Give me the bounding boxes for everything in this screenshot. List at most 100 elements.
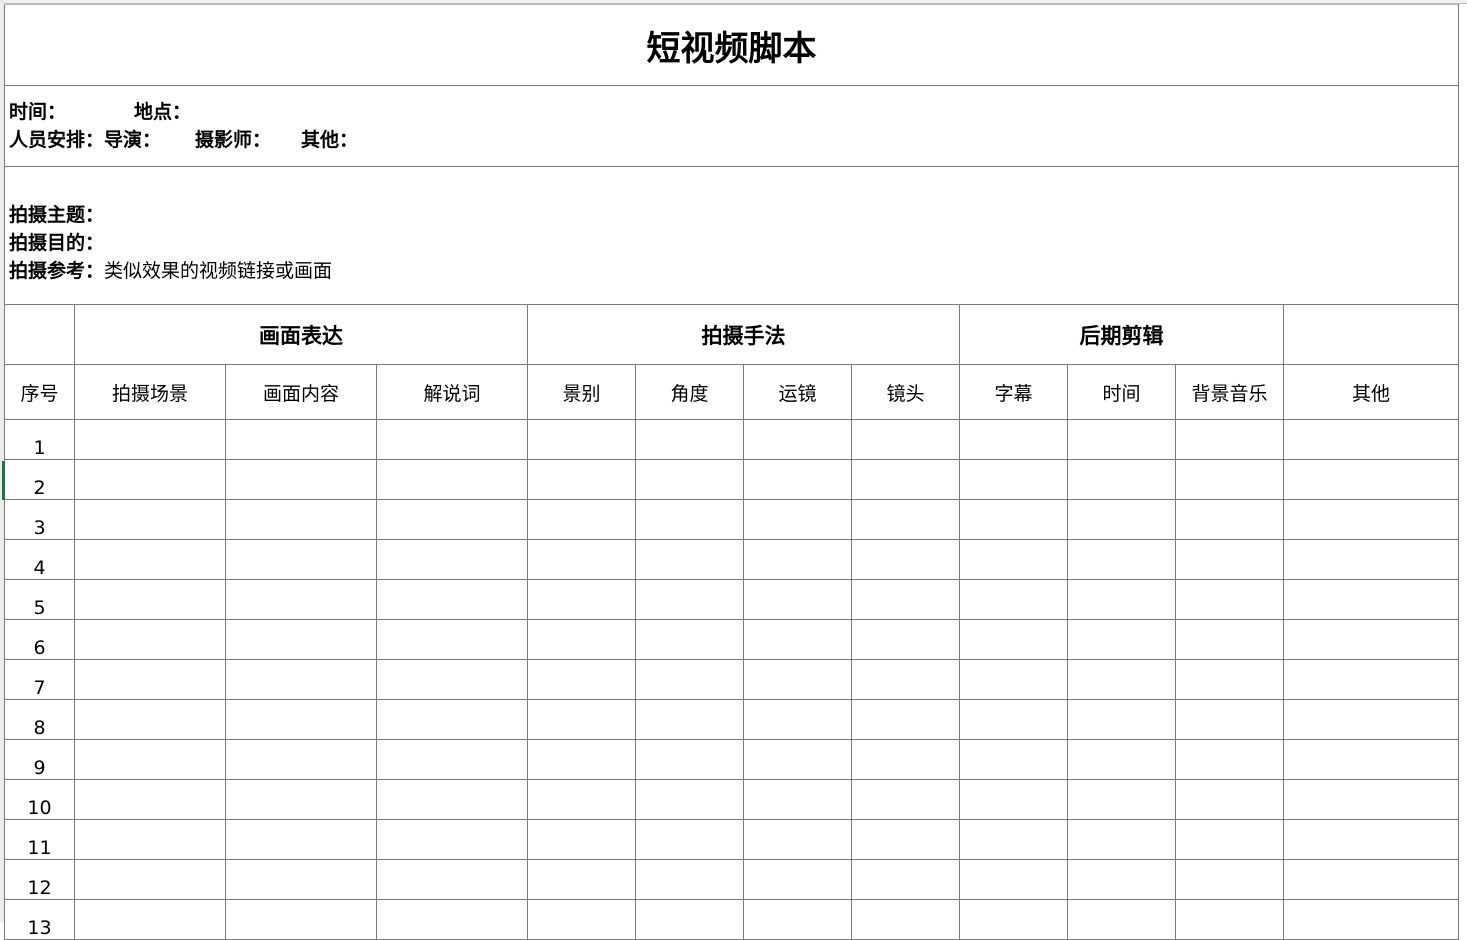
table-cell[interactable] (74, 579, 226, 620)
table-cell[interactable] (959, 579, 1068, 620)
table-cell[interactable] (1067, 499, 1176, 540)
group-editing[interactable]: 后期剪辑 (959, 304, 1284, 365)
table-cell[interactable] (225, 699, 377, 740)
table-cell[interactable] (74, 459, 226, 500)
table-cell[interactable] (1067, 619, 1176, 660)
table-cell[interactable] (1283, 779, 1459, 820)
table-cell[interactable] (376, 859, 528, 900)
staff-info-cell[interactable]: 时间： 地点： 人员安排：导演： 摄影师： 其他： (4, 85, 1459, 167)
table-cell[interactable] (74, 779, 226, 820)
table-cell[interactable] (527, 619, 636, 660)
table-cell[interactable] (851, 659, 960, 700)
group-cell-empty[interactable] (1283, 304, 1459, 365)
table-cell[interactable] (527, 499, 636, 540)
column-header[interactable]: 角度 (635, 364, 744, 420)
table-cell[interactable] (1067, 899, 1176, 940)
table-cell[interactable] (74, 619, 226, 660)
table-cell[interactable] (959, 539, 1068, 580)
table-cell[interactable] (225, 619, 377, 660)
table-cell[interactable] (225, 459, 377, 500)
shoot-info-cell[interactable]: 拍摄主题： 拍摄目的： 拍摄参考：类似效果的视频链接或画面 (4, 166, 1459, 305)
table-cell[interactable] (376, 819, 528, 860)
table-cell[interactable] (959, 699, 1068, 740)
table-cell[interactable] (851, 539, 960, 580)
column-header[interactable]: 序号 (4, 364, 75, 420)
table-cell[interactable] (376, 499, 528, 540)
table-cell[interactable] (959, 619, 1068, 660)
table-cell[interactable] (1175, 579, 1284, 620)
table-cell[interactable] (527, 579, 636, 620)
column-header[interactable]: 运镜 (743, 364, 852, 420)
table-cell[interactable] (1067, 699, 1176, 740)
table-cell[interactable] (376, 739, 528, 780)
table-cell[interactable] (225, 659, 377, 700)
table-cell[interactable] (376, 579, 528, 620)
column-header[interactable]: 镜头 (851, 364, 960, 420)
table-cell[interactable] (1175, 619, 1284, 660)
table-cell[interactable] (225, 859, 377, 900)
table-cell[interactable] (635, 539, 744, 580)
table-cell[interactable] (635, 899, 744, 940)
row-number[interactable]: 11 (4, 819, 75, 860)
row-number[interactable]: 10 (4, 779, 75, 820)
table-cell[interactable] (1283, 859, 1459, 900)
table-cell[interactable] (851, 899, 960, 940)
table-cell[interactable] (743, 419, 852, 460)
table-cell[interactable] (959, 739, 1068, 780)
table-cell[interactable] (743, 499, 852, 540)
table-cell[interactable] (527, 699, 636, 740)
table-cell[interactable] (225, 899, 377, 940)
table-cell[interactable] (1067, 459, 1176, 500)
table-cell[interactable] (851, 699, 960, 740)
table-cell[interactable] (527, 659, 636, 700)
table-cell[interactable] (851, 819, 960, 860)
table-cell[interactable] (74, 859, 226, 900)
table-cell[interactable] (527, 539, 636, 580)
table-cell[interactable] (1067, 659, 1176, 700)
table-cell[interactable] (1175, 539, 1284, 580)
table-cell[interactable] (1175, 499, 1284, 540)
table-cell[interactable] (851, 499, 960, 540)
table-cell[interactable] (743, 699, 852, 740)
table-cell[interactable] (959, 819, 1068, 860)
row-number[interactable]: 8 (4, 699, 75, 740)
group-visual[interactable]: 画面表达 (74, 304, 528, 365)
table-cell[interactable] (851, 859, 960, 900)
table-cell[interactable] (1067, 419, 1176, 460)
table-cell[interactable] (635, 859, 744, 900)
table-cell[interactable] (635, 419, 744, 460)
column-header[interactable]: 其他 (1283, 364, 1459, 420)
table-cell[interactable] (851, 419, 960, 460)
table-cell[interactable] (959, 899, 1068, 940)
table-cell[interactable] (743, 859, 852, 900)
table-cell[interactable] (1067, 819, 1176, 860)
table-cell[interactable] (74, 739, 226, 780)
table-cell[interactable] (743, 579, 852, 620)
table-cell[interactable] (225, 739, 377, 780)
table-cell[interactable] (1283, 819, 1459, 860)
table-cell[interactable] (635, 659, 744, 700)
table-cell[interactable] (225, 819, 377, 860)
table-cell[interactable] (376, 899, 528, 940)
table-cell[interactable] (1175, 659, 1284, 700)
table-cell[interactable] (225, 539, 377, 580)
table-cell[interactable] (527, 459, 636, 500)
table-cell[interactable] (74, 699, 226, 740)
table-cell[interactable] (376, 659, 528, 700)
table-cell[interactable] (74, 499, 226, 540)
row-number[interactable]: 3 (4, 499, 75, 540)
row-number[interactable]: 1 (4, 419, 75, 460)
table-cell[interactable] (376, 779, 528, 820)
column-header[interactable]: 时间 (1067, 364, 1176, 420)
group-shooting[interactable]: 拍摄手法 (527, 304, 960, 365)
table-cell[interactable] (851, 459, 960, 500)
table-cell[interactable] (1175, 419, 1284, 460)
table-cell[interactable] (959, 859, 1068, 900)
table-cell[interactable] (527, 859, 636, 900)
table-cell[interactable] (1175, 739, 1284, 780)
table-cell[interactable] (743, 619, 852, 660)
row-number[interactable]: 6 (4, 619, 75, 660)
table-cell[interactable] (527, 899, 636, 940)
table-cell[interactable] (74, 899, 226, 940)
table-cell[interactable] (635, 699, 744, 740)
